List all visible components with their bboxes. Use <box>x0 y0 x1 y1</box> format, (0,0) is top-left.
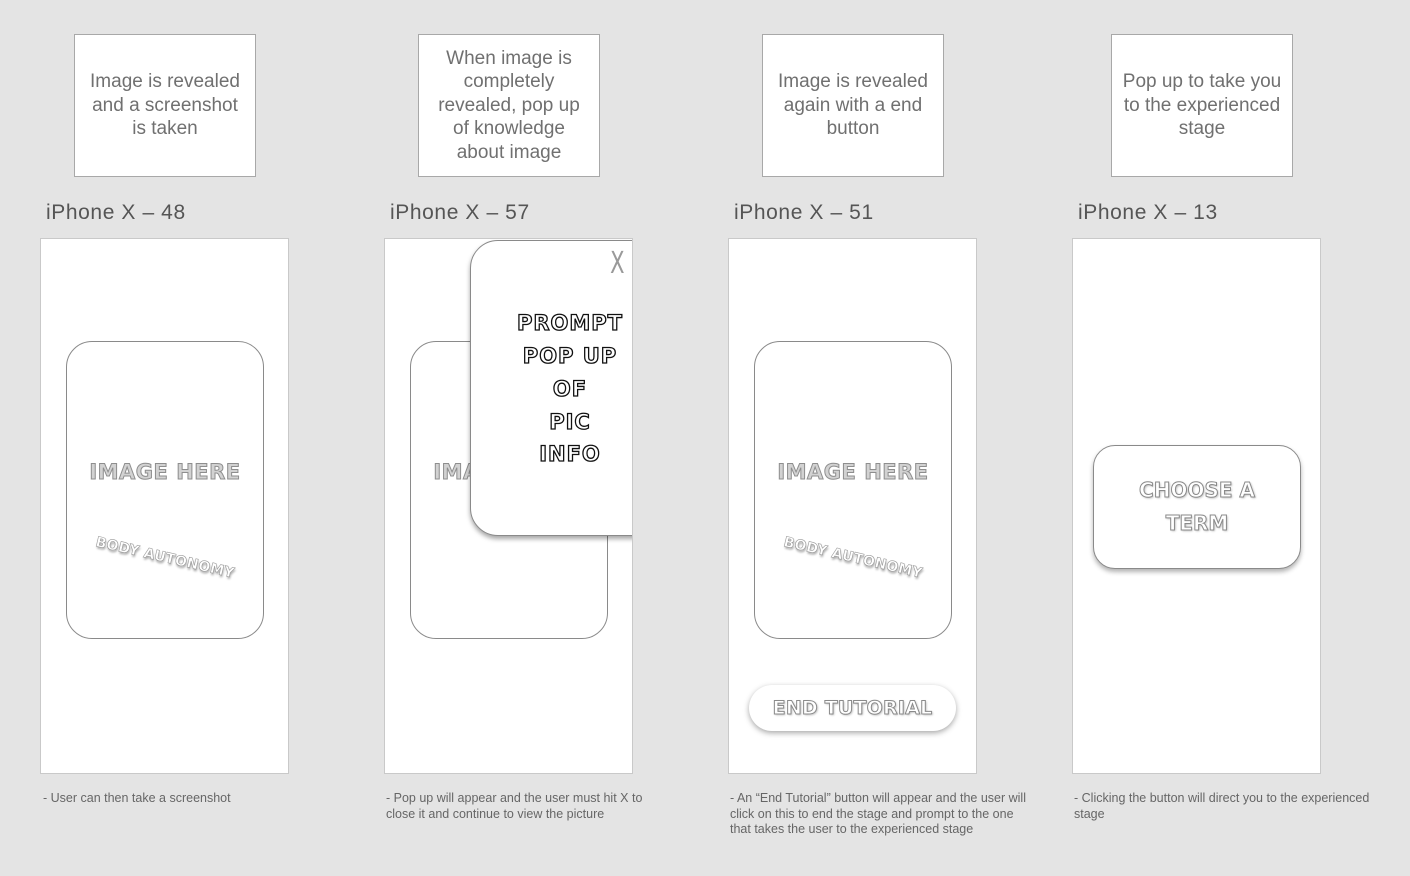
popup-text-line: PROMPT <box>516 310 624 335</box>
frame-title-4: iPhone X – 13 <box>1078 201 1218 224</box>
note-box-1: Image is revealed and a screenshot is ta… <box>74 34 256 177</box>
image-label: IMAGE HERE <box>777 460 929 485</box>
note-box-4: Pop up to take you to the experienced st… <box>1111 34 1293 177</box>
caption-3: - An “End Tutorial” button will appear a… <box>730 791 1026 836</box>
body-autonomy-stamp: BODY AUTONOMY <box>782 534 924 582</box>
frame-title-1: iPhone X – 48 <box>46 201 186 224</box>
phone-frame-4: CHOOSE A TERM <box>1072 238 1321 774</box>
note-box-2: When image is completely revealed, pop u… <box>418 34 600 177</box>
note-text: Image is revealed again with a end butto… <box>778 71 928 140</box>
phone-frame-2: IMAGE HERE X PROMPT POP UP OF PIC INFO <box>384 238 633 774</box>
image-label: IMAGE HERE <box>89 460 241 485</box>
image-placeholder: IMAGE HERE BODY AUTONOMY <box>66 341 264 639</box>
phone-frame-3: IMAGE HERE BODY AUTONOMY END TUTORIAL <box>728 238 977 774</box>
popup-text-line: PIC <box>549 409 591 434</box>
caption-1: - User can then take a screenshot <box>43 791 231 805</box>
frame-title-3: iPhone X – 51 <box>734 201 874 224</box>
popup-text-line: OF <box>552 376 588 401</box>
choose-term-button[interactable]: CHOOSE A TERM <box>1093 445 1301 569</box>
body-autonomy-stamp: BODY AUTONOMY <box>94 534 236 582</box>
caption-4: - Clicking the button will direct you to… <box>1074 791 1370 821</box>
image-placeholder: IMAGE HERE BODY AUTONOMY <box>754 341 952 639</box>
end-tutorial-button[interactable]: END TUTORIAL <box>749 685 956 731</box>
frame-title-2: iPhone X – 57 <box>390 201 530 224</box>
note-text: Image is revealed and a screenshot is ta… <box>90 71 240 140</box>
note-text: Pop up to take you to the experienced st… <box>1122 71 1282 140</box>
note-text: When image is completely revealed, pop u… <box>438 47 580 163</box>
caption-2: - Pop up will appear and the user must h… <box>386 791 643 821</box>
info-popup: X PROMPT POP UP OF PIC INFO <box>470 240 632 536</box>
note-box-3: Image is revealed again with a end butto… <box>762 34 944 177</box>
close-icon[interactable]: X <box>610 247 624 281</box>
popup-text-line: INFO <box>539 441 601 466</box>
phone-frame-1: IMAGE HERE BODY AUTONOMY <box>40 238 289 774</box>
popup-text-line: POP UP <box>522 343 618 368</box>
